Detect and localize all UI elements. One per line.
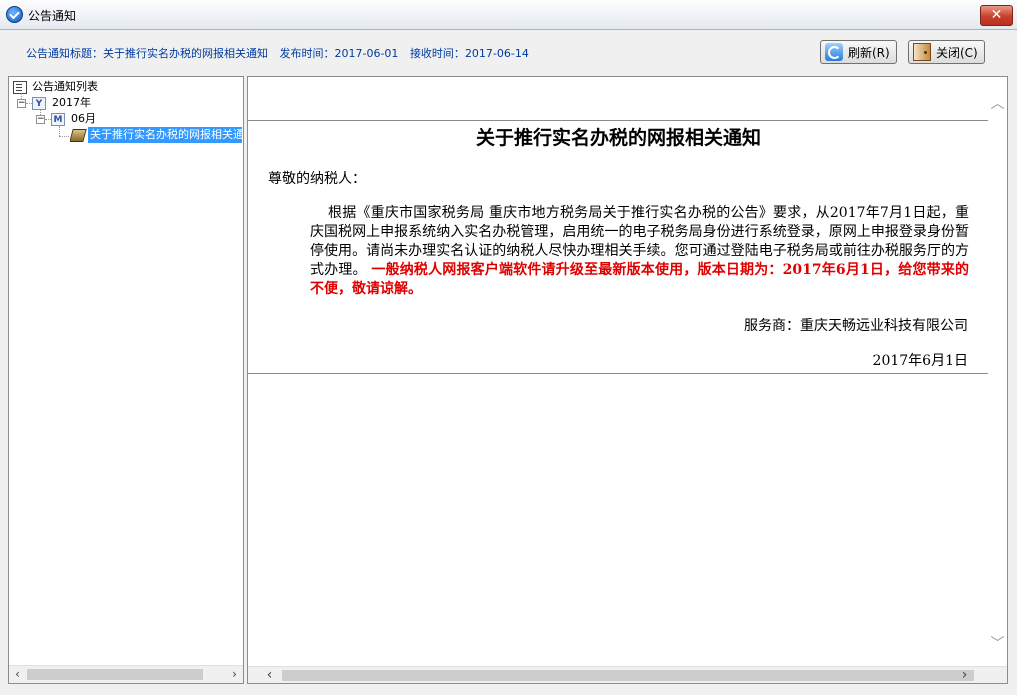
calendar-month-icon: M <box>51 113 65 126</box>
tree-connector <box>59 136 69 137</box>
scroll-down-arrow-icon[interactable]: ﹀ <box>988 633 1007 652</box>
document-signature: 服务商：重庆天畅远业科技有限公司 <box>744 318 968 334</box>
publish-time-value: 2017-06-01 <box>334 47 399 60</box>
scroll-right-arrow-icon[interactable]: › <box>956 667 973 683</box>
tree-expander-month[interactable]: − <box>36 115 45 124</box>
tree-node-notice-item-label: 关于推行实名办税的网报相关通知 <box>88 127 242 143</box>
door-icon <box>913 43 931 61</box>
window-close-button[interactable]: ✕ <box>980 5 1013 26</box>
tree-expander-year[interactable]: − <box>17 99 26 108</box>
publish-time-field: 发布时间：2017-06-01 <box>280 47 399 60</box>
tree-node-notice-item[interactable]: 关于推行实名办税的网报相关通知 <box>70 127 242 143</box>
notice-title-value: 关于推行实名办税的网报相关通知 <box>103 47 268 60</box>
receive-time-value: 2017-06-14 <box>464 47 529 60</box>
tree-node-year-label: 2017年 <box>52 96 91 109</box>
tree-horizontal-scrollbar[interactable]: ‹ › <box>9 665 243 683</box>
notice-document: 关于推行实名办税的网报相关通知 尊敬的纳税人： 根据《重庆市国家税务局 重庆市地… <box>248 120 989 374</box>
content-horizontal-scrollbar[interactable]: ‹ › <box>248 666 1007 683</box>
app-icon <box>6 6 23 23</box>
notice-title-label: 公告通知标题： <box>26 47 103 60</box>
refresh-button-label: 刷新(R) <box>848 45 890 60</box>
tree-connector <box>59 126 60 136</box>
scroll-left-arrow-icon[interactable]: ‹ <box>9 666 26 683</box>
document-title: 关于推行实名办税的网报相关通知 <box>475 127 761 149</box>
book-icon <box>70 129 87 142</box>
document-greeting: 尊敬的纳税人： <box>268 171 366 187</box>
scroll-left-arrow-icon[interactable]: ‹ <box>261 667 278 683</box>
document-upgrade-notice: 一般纳税人网报客户端软件请升级至最新版本使用，版本日期为：2017年6月1日，给… <box>310 262 970 297</box>
close-button[interactable]: 关闭(C) <box>908 40 985 64</box>
document-body: 根据《重庆市国家税务局 重庆市地方税务局关于推行实名办税的公告》要求，从2017… <box>310 204 969 299</box>
scroll-up-arrow-icon[interactable]: ︿ <box>988 93 1007 112</box>
publish-time-label: 发布时间： <box>279 47 335 60</box>
notice-title-field: 公告通知标题：关于推行实名办税的网报相关通知 <box>26 47 268 60</box>
notice-info-line: 公告通知标题：关于推行实名办税的网报相关通知 发布时间：2017-06-01 接… <box>26 45 537 61</box>
notice-tree-panel: 公告通知列表 − Y 2017年 − M 06月 关于推行实名办税的网报相关通知… <box>8 76 244 684</box>
content-vertical-scrollbar[interactable]: ︿ ﹀ <box>988 77 1007 667</box>
document-date: 2017年6月1日 <box>872 353 968 369</box>
title-bar: 公告通知 ✕ <box>0 0 1017 30</box>
tree-node-month-label: 06月 <box>71 112 96 125</box>
close-button-label: 关闭(C) <box>936 45 978 60</box>
receive-time-label: 接收时间： <box>409 47 465 60</box>
scroll-right-arrow-icon[interactable]: › <box>226 666 243 683</box>
tree-node-root-label: 公告通知列表 <box>32 80 98 93</box>
notice-info-bar: 公告通知标题：关于推行实名办税的网报相关通知 发布时间：2017-06-01 接… <box>0 30 1017 74</box>
window-title: 公告通知 <box>28 9 77 23</box>
refresh-icon <box>825 43 843 61</box>
list-icon <box>13 81 27 94</box>
receive-time-field: 接收时间：2017-06-14 <box>410 47 529 60</box>
notice-content-panel: 关于推行实名办税的网报相关通知 尊敬的纳税人： 根据《重庆市国家税务局 重庆市地… <box>247 76 1008 684</box>
scroll-thumb[interactable] <box>27 669 203 680</box>
scroll-thumb[interactable] <box>282 670 974 681</box>
refresh-button[interactable]: 刷新(R) <box>820 40 897 64</box>
calendar-year-icon: Y <box>32 97 46 110</box>
